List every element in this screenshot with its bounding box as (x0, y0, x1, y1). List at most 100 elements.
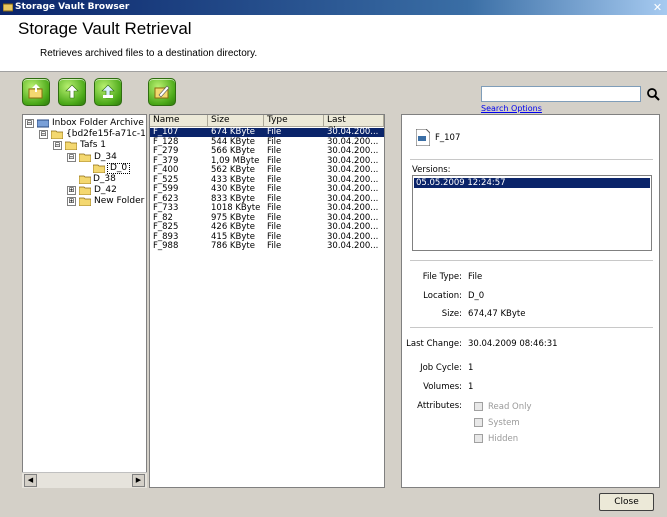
close-button[interactable]: Close (599, 493, 654, 511)
file-cell-type: File (267, 184, 282, 194)
attributes-label: Attributes: (417, 401, 462, 411)
app-icon (3, 3, 13, 12)
file-cell-changed: 30.04.200... (327, 203, 379, 213)
folder-restore-button[interactable] (22, 78, 50, 106)
file-cell-type: File (267, 146, 282, 156)
column-header-size[interactable]: Size (208, 115, 264, 127)
archive-icon (37, 119, 49, 128)
tree-node-guid[interactable]: ⊟ {bd2fe15f-a71c-11d (39, 129, 146, 140)
page-header: Storage Vault Retrieval Retrieves archiv… (0, 15, 667, 72)
file-cell-type: File (267, 241, 282, 251)
scroll-left-icon[interactable]: ◀ (24, 474, 37, 487)
column-header-last-change[interactable]: Last Change (324, 115, 384, 136)
read-only-checkbox[interactable] (474, 402, 483, 411)
folder-restore-icon (28, 84, 43, 99)
retrieve-all-icon (101, 84, 115, 99)
tree-node-d-0[interactable]: D_0 (93, 163, 133, 174)
file-cell-changed: 30.04.200... (327, 146, 379, 156)
tree-node-label: D_34 (94, 152, 117, 162)
folder-icon (79, 197, 91, 206)
file-cell-size: 566 KByte (211, 146, 255, 156)
file-list[interactable]: Name Size Type Last Change F_107 674 KByt… (149, 114, 385, 488)
retrieve-all-button[interactable] (94, 78, 122, 106)
versions-list[interactable]: 05.05.2009 12:24:57 (412, 175, 652, 251)
tree-node-label: {bd2fe15f-a71c-11d (66, 129, 146, 139)
file-row[interactable]: F_733 1018 KByte File 30.04.200... (150, 204, 384, 213)
search-input[interactable] (481, 86, 641, 102)
window-close-icon[interactable]: ✕ (651, 1, 664, 14)
file-row[interactable]: F_400 562 KByte File 30.04.200... (150, 166, 384, 175)
versions-label: Versions: (412, 165, 451, 175)
volumes-label: Volumes: (423, 382, 462, 392)
tree-node-tafs-1[interactable]: ⊟ Tafs 1 (53, 140, 145, 151)
size-label: Size: (441, 309, 462, 319)
collapse-icon[interactable]: ⊟ (25, 119, 34, 128)
location-label: Location: (423, 291, 462, 301)
details-file-name: F_107 (435, 133, 461, 143)
column-header-type[interactable]: Type (264, 115, 324, 127)
job-cycle-label: Job Cycle: (420, 363, 462, 373)
file-cell-name: F_279 (153, 146, 179, 156)
tree-node-new-folder[interactable]: ⊞ New Folder (67, 196, 146, 207)
search-icon[interactable] (646, 86, 660, 102)
tree-node-d-38[interactable]: D_38 (79, 174, 139, 185)
folder-icon (65, 141, 77, 150)
expand-icon[interactable]: ⊞ (67, 186, 76, 195)
collapse-icon[interactable]: ⊟ (53, 141, 62, 150)
file-cell-name: F_400 (153, 165, 179, 175)
hidden-label: Hidden (488, 434, 519, 444)
window-title-bar: Storage Vault Browser ✕ (0, 0, 667, 15)
retrieve-icon (65, 84, 79, 99)
file-cell-size: 1018 KByte (211, 203, 261, 213)
window-title: Storage Vault Browser (15, 2, 130, 12)
read-only-label: Read Only (488, 402, 532, 412)
file-cell-type: File (267, 127, 282, 137)
file-cell-name: F_107 (153, 127, 179, 137)
file-cell-size: 430 KByte (211, 184, 255, 194)
page-subtitle: Retrieves archived files to a destinatio… (40, 48, 258, 59)
system-checkbox[interactable] (474, 418, 483, 427)
collapse-icon[interactable]: ⊟ (39, 130, 48, 139)
file-cell-size: 674 KByte (211, 127, 255, 137)
tree-node-label: D_42 (94, 185, 117, 195)
file-cell-type: File (267, 203, 282, 213)
folder-icon (79, 186, 91, 195)
folder-tree[interactable]: ⊟ Inbox Folder Archive ⊟ {bd2fe15f-a71c-… (22, 114, 147, 488)
file-cell-changed: 30.04.200... (327, 127, 379, 137)
file-row[interactable]: F_988 786 KByte File 30.04.200... (150, 242, 384, 251)
tree-node-d-42[interactable]: ⊞ D_42 (67, 185, 137, 196)
file-row[interactable]: F_107 674 KByte File 30.04.200... (150, 128, 384, 137)
tree-node-d-34[interactable]: ⊟ D_34 (67, 152, 145, 163)
scroll-right-icon[interactable]: ▶ (132, 474, 145, 487)
file-type-label: File Type: (422, 272, 462, 282)
file-cell-changed: 30.04.200... (327, 184, 379, 194)
last-change-label: Last Change: (406, 339, 462, 349)
retrieve-button[interactable] (58, 78, 86, 106)
file-icon (416, 129, 430, 146)
file-type-value: File (468, 272, 483, 282)
file-details: F_107 Versions: 05.05.2009 12:24:57 File… (401, 114, 660, 488)
file-cell-type: File (267, 165, 282, 175)
collapse-icon[interactable]: ⊟ (67, 153, 76, 162)
hidden-checkbox[interactable] (474, 434, 483, 443)
tree-node-label: D_38 (93, 174, 116, 184)
file-row[interactable]: F_825 426 KByte File 30.04.200... (150, 223, 384, 232)
edit-button[interactable] (148, 78, 176, 106)
file-row[interactable]: F_599 430 KByte File 30.04.200... (150, 185, 384, 194)
version-item[interactable]: 05.05.2009 12:24:57 (414, 178, 650, 188)
file-cell-size: 562 KByte (211, 165, 255, 175)
file-row[interactable]: F_279 566 KByte File 30.04.200... (150, 147, 384, 156)
file-cell-name: F_599 (153, 184, 179, 194)
tree-node-label: D_0 (107, 163, 131, 174)
folder-open-icon (93, 164, 105, 173)
column-header-name[interactable]: Name (150, 115, 208, 127)
tree-node-inbox-folder-archive[interactable]: ⊟ Inbox Folder Archive (25, 118, 145, 129)
search-options-link[interactable]: Search Options (481, 104, 542, 113)
file-cell-size: 786 KByte (211, 241, 255, 251)
tree-node-label: Inbox Folder Archive (52, 118, 144, 128)
tree-horizontal-scrollbar[interactable]: ◀ ▶ (22, 472, 147, 488)
location-value: D_0 (468, 291, 485, 301)
expand-icon[interactable]: ⊞ (67, 197, 76, 206)
tree-node-label: New Folder (94, 196, 145, 206)
last-change-value: 30.04.2009 08:46:31 (468, 339, 558, 349)
